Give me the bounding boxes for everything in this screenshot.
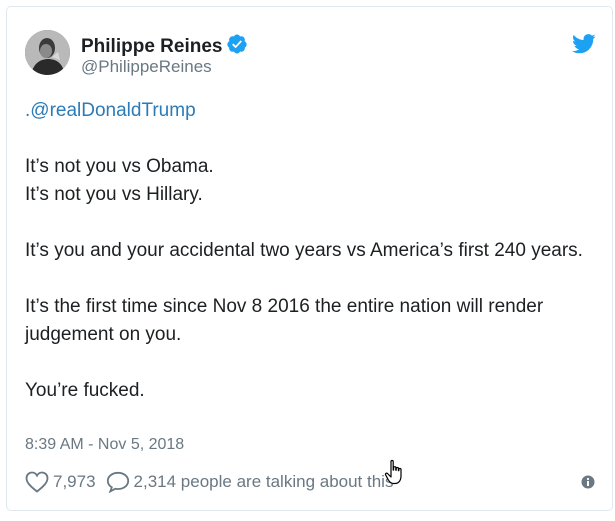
tweet-line: It’s you and your accidental two years v… [25, 240, 583, 261]
conversation-button[interactable]: 2,314 people are talking about this [106, 471, 394, 493]
info-icon[interactable] [581, 475, 595, 489]
tweet-line: You’re fucked. [25, 380, 145, 401]
avatar-photo [25, 30, 70, 75]
tweet-line: It’s not you vs Hillary. [25, 184, 203, 205]
speech-bubble-icon [106, 471, 129, 493]
mention-link[interactable]: .@realDonaldTrump [25, 100, 196, 121]
like-count: 7,973 [53, 472, 96, 491]
author-name[interactable]: Philippe Reines [81, 33, 248, 58]
embedded-tweet-card: Philippe Reines @PhilippeReines .@realDo… [6, 6, 613, 511]
verified-badge-icon [227, 34, 248, 54]
tweet-text: .@realDonaldTrump It’s not you vs Obama.… [25, 97, 595, 405]
author-handle[interactable]: @PhilippeReines [81, 57, 212, 77]
tweet-actions: 7,973 2,314 people are talking about thi… [25, 470, 393, 494]
twitter-bird-icon[interactable] [572, 34, 596, 54]
author-name-text[interactable]: Philippe Reines [81, 36, 222, 57]
conversation-count: 2,314 people are talking about this [133, 472, 394, 491]
like-button[interactable]: 7,973 [25, 471, 96, 493]
tweet-line: It’s not you vs Obama. [25, 156, 214, 177]
heart-icon [25, 471, 49, 493]
tweet-line: It’s the first time since Nov 8 2016 the… [25, 296, 544, 345]
author-avatar[interactable] [25, 30, 70, 75]
tweet-timestamp[interactable]: 8:39 AM - Nov 5, 2018 [25, 436, 184, 454]
